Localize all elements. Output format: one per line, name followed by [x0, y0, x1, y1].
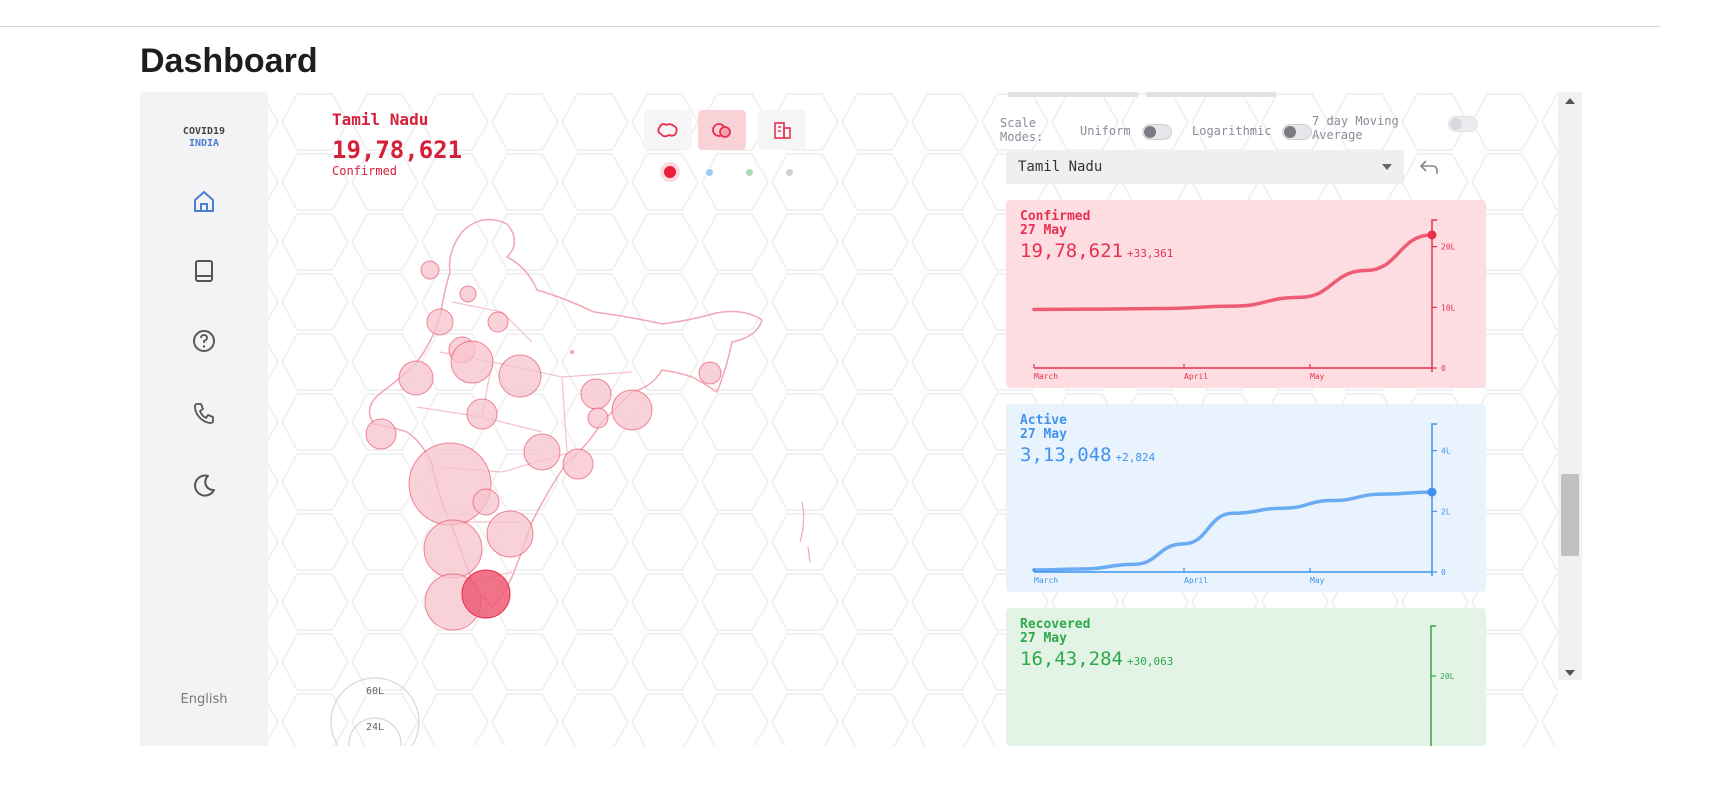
- choropleth-map-icon: [657, 123, 678, 138]
- logarithmic-label: Logarithmic: [1192, 124, 1272, 138]
- y-tick-label: 4L: [1441, 447, 1451, 456]
- y-tick-label: 10L: [1441, 303, 1456, 312]
- legend-label-large: 60L: [366, 686, 384, 697]
- confirmed-card-header: Confirmed 27 May: [1020, 210, 1090, 238]
- sidebar: COVID19 INDIA English: [140, 92, 268, 746]
- bubble-size-legend: 60L 24L: [330, 677, 420, 746]
- book-icon[interactable]: [189, 256, 219, 286]
- scrollbar-track[interactable]: [1558, 92, 1582, 680]
- confirmed-value-row: 19,78,621 +33,361: [1020, 240, 1173, 262]
- moving-average-label: 7 day Moving Average: [1312, 114, 1399, 142]
- y-tick-label: 0: [1441, 568, 1446, 577]
- top-tab-strip: [1008, 92, 1288, 98]
- moving-average-toggle[interactable]: [1448, 116, 1478, 132]
- x-tick-label: March: [1034, 372, 1058, 381]
- x-tick-label: April: [1184, 372, 1208, 381]
- stat-dot-active[interactable]: [706, 169, 713, 176]
- active-chart-card[interactable]: 0 2L 4L March April May Active 27 May 3,13,04…: [1006, 404, 1486, 592]
- active-date: 27 May: [1020, 427, 1067, 442]
- stat-dot-deceased[interactable]: [786, 169, 793, 176]
- region-select[interactable]: Tamil Nadu: [1006, 150, 1404, 184]
- chevron-down-icon: [1382, 164, 1392, 170]
- logarithmic-toggle[interactable]: [1282, 124, 1312, 140]
- active-delta: +2,824: [1115, 451, 1156, 464]
- legend-label-small: 24L: [366, 722, 384, 733]
- x-tick-label: March: [1034, 576, 1058, 585]
- recovered-value-row: 16,43,284 +30,063: [1020, 648, 1173, 670]
- scrollbar-thumb[interactable]: [1561, 474, 1579, 556]
- phone-icon[interactable]: [189, 398, 219, 428]
- uniform-toggle[interactable]: [1142, 124, 1172, 140]
- page-title: Dashboard: [140, 42, 318, 80]
- y-axis: [1431, 219, 1437, 372]
- series-end-point: [1427, 487, 1437, 497]
- bubble-map-icon: [712, 123, 731, 138]
- recovered-ytick: 20L: [1440, 672, 1455, 681]
- series-end-point: [1427, 230, 1437, 240]
- y-tick-label: 20L: [1441, 243, 1456, 252]
- map-state-label: Confirmed: [332, 164, 398, 178]
- bubble-map-button[interactable]: [698, 110, 746, 150]
- confirmed-chart-card[interactable]: 0 10L 20L March April May Confirmed 27 May 19…: [1006, 200, 1486, 388]
- x-tick-label: May: [1310, 372, 1325, 381]
- y-tick-label: 0: [1441, 364, 1446, 373]
- help-icon[interactable]: [189, 326, 219, 356]
- map-state-value: 19,78,621: [332, 136, 463, 164]
- active-value: 3,13,048: [1020, 444, 1112, 466]
- brand-logo[interactable]: COVID19 INDIA: [140, 126, 268, 150]
- confirmed-date: 27 May: [1020, 223, 1067, 238]
- confirmed-delta: +33,361: [1126, 247, 1174, 260]
- x-tick-label: May: [1310, 576, 1325, 585]
- recovered-card-header: Recovered 27 May: [1020, 618, 1090, 646]
- stat-dot-confirmed[interactable]: [664, 166, 676, 178]
- active-chart: 0 2L 4L March April May: [1032, 423, 1451, 585]
- y-tick-label: 2L: [1441, 507, 1451, 516]
- series-line: [1032, 490, 1434, 572]
- active-title: Active: [1020, 413, 1067, 428]
- choropleth-map-button[interactable]: [644, 110, 692, 150]
- y-axis: [1431, 423, 1437, 576]
- recovered-value: 16,43,284: [1020, 648, 1123, 670]
- recovered-date: 27 May: [1020, 631, 1067, 646]
- x-tick-label: April: [1184, 576, 1208, 585]
- scroll-down-arrow-icon[interactable]: [1565, 670, 1575, 676]
- district-buildings-icon: [774, 122, 791, 139]
- scale-modes-label: Scale Modes:: [1000, 116, 1044, 144]
- recovered-chart-card[interactable]: 20L Recovered 27 May 16,43,284 +30,063: [1006, 608, 1486, 746]
- language-selector[interactable]: English: [140, 692, 268, 707]
- scroll-up-arrow-icon[interactable]: [1565, 98, 1575, 104]
- confirmed-value: 19,78,621: [1020, 240, 1123, 262]
- scale-controls: Scale Modes: Uniform Logarithmic 7 day M…: [1000, 112, 1520, 148]
- map-state-name: Tamil Nadu: [332, 110, 429, 129]
- brand-top: COVID19: [182, 126, 226, 137]
- confirmed-title: Confirmed: [1020, 209, 1091, 224]
- region-select-value: Tamil Nadu: [1018, 159, 1103, 175]
- dashboard-frame: COVID19 INDIA English Tamil Nadu 19,78,6…: [140, 92, 1582, 746]
- active-card-header: Active 27 May: [1020, 414, 1067, 442]
- active-value-row: 3,13,048 +2,824: [1020, 444, 1155, 466]
- top-divider: [0, 26, 1660, 27]
- reset-back-icon[interactable]: [1418, 156, 1440, 178]
- uniform-label: Uniform: [1080, 124, 1131, 138]
- recovered-delta: +30,063: [1126, 655, 1174, 668]
- district-view-button[interactable]: [758, 110, 806, 150]
- stat-dot-recovered[interactable]: [746, 169, 753, 176]
- brand-bottom: INDIA: [188, 138, 220, 149]
- india-bubble-map[interactable]: [332, 202, 812, 672]
- recovered-title: Recovered: [1020, 617, 1091, 632]
- moon-icon[interactable]: [189, 470, 219, 500]
- home-icon[interactable]: [189, 186, 219, 216]
